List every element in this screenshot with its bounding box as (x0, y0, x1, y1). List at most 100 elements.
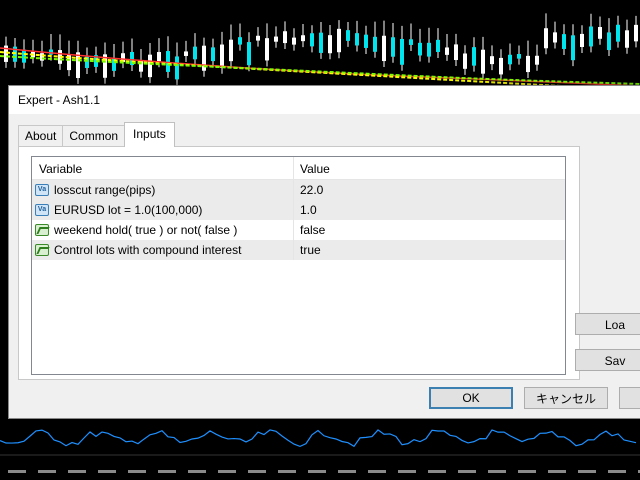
time-tick (458, 470, 476, 473)
tab-about[interactable]: About (18, 125, 64, 147)
candle-body (454, 44, 458, 61)
candle-body (157, 52, 161, 62)
candle-body (247, 42, 251, 66)
candle-body (373, 36, 377, 52)
time-tick (218, 470, 236, 473)
bool-param-icon (35, 244, 49, 256)
candle-body (481, 49, 485, 74)
dialog-title: Expert - Ash1.1 (9, 86, 640, 114)
time-tick (338, 470, 356, 473)
indicator-line (0, 429, 637, 448)
candle-body (328, 35, 332, 54)
time-tick (158, 470, 176, 473)
candle-body (256, 35, 260, 41)
candle-body (607, 32, 611, 51)
time-tick (8, 470, 26, 473)
reset-button[interactable] (619, 387, 640, 409)
ok-button[interactable]: OK (429, 387, 513, 409)
candle-body (274, 36, 278, 42)
candle-body (148, 54, 152, 78)
expert-properties-dialog: Expert - Ash1.1 About Common Inputs Vari… (8, 85, 640, 419)
time-tick (428, 470, 446, 473)
time-tick (248, 470, 266, 473)
candle-body (445, 47, 449, 55)
variable-name: weekend hold( true ) or not( false ) (54, 223, 238, 237)
candle-body (571, 35, 575, 61)
candlesticks (4, 13, 638, 86)
time-tick (548, 470, 566, 473)
table-header: Variable Value (32, 157, 565, 180)
time-tick (128, 470, 146, 473)
candle-body (418, 42, 422, 56)
inputs-table: Variable Value Va losscut range(pips) 22… (31, 156, 566, 375)
time-tick (518, 470, 536, 473)
candle-body (265, 38, 269, 61)
variable-value[interactable]: 1.0 (294, 203, 317, 217)
table-row[interactable]: Va losscut range(pips) 22.0 (32, 180, 565, 200)
candle-body (490, 56, 494, 65)
table-row[interactable]: Control lots with compound interest true (32, 240, 565, 260)
candle-body (220, 44, 224, 68)
time-tick (68, 470, 86, 473)
candle-body (580, 33, 584, 47)
time-axis (8, 470, 640, 473)
column-header-variable[interactable]: Variable (32, 157, 294, 179)
time-tick (368, 470, 386, 473)
numeric-param-icon: Va (35, 184, 49, 196)
cancel-button[interactable]: キャンセル (524, 387, 608, 409)
time-tick (38, 470, 56, 473)
candle-body (544, 28, 548, 49)
candle-body (319, 32, 323, 53)
tab-strip: About Common Inputs (18, 122, 175, 147)
time-tick (278, 470, 296, 473)
candle-body (598, 27, 602, 39)
candle-body (175, 56, 179, 80)
tab-inputs[interactable]: Inputs (124, 122, 175, 147)
time-tick (578, 470, 596, 473)
variable-name: Control lots with compound interest (54, 243, 242, 257)
candle-body (355, 33, 359, 46)
bool-param-icon (35, 224, 49, 236)
candle-body (499, 57, 503, 75)
candle-body (40, 53, 44, 61)
candle-body (238, 37, 242, 45)
table-row[interactable]: weekend hold( true ) or not( false ) fal… (32, 220, 565, 240)
candle-body (382, 35, 386, 62)
numeric-param-icon: Va (35, 204, 49, 216)
variable-name: EURUSD lot = 1.0(100,000) (54, 203, 203, 217)
candle-body (364, 34, 368, 48)
time-tick (398, 470, 416, 473)
candle-body (508, 54, 512, 65)
candle-body (463, 53, 467, 69)
table-row[interactable]: Va EURUSD lot = 1.0(100,000) 1.0 (32, 200, 565, 220)
candle-body (229, 39, 233, 62)
candle-body (400, 38, 404, 65)
candle-body (22, 49, 26, 63)
candle-body (193, 46, 197, 60)
candle-body (346, 30, 350, 41)
candle-body (634, 24, 638, 42)
candle-body (436, 39, 440, 52)
tab-common[interactable]: Common (62, 125, 126, 147)
candle-body (337, 28, 341, 53)
time-tick (608, 470, 626, 473)
candle-body (517, 54, 521, 59)
candle-body (616, 24, 620, 42)
candle-body (301, 35, 305, 42)
time-tick (488, 470, 506, 473)
load-button[interactable]: Loa (575, 313, 640, 335)
candle-body (535, 55, 539, 65)
candle-body (310, 33, 314, 47)
candle-body (184, 51, 188, 56)
candle-body (562, 34, 566, 49)
variable-value[interactable]: 22.0 (294, 183, 323, 197)
time-tick (308, 470, 326, 473)
candle-body (166, 51, 170, 72)
column-header-value[interactable]: Value (294, 157, 330, 179)
candle-body (211, 47, 215, 62)
time-tick (188, 470, 206, 473)
variable-value[interactable]: true (294, 243, 321, 257)
inputs-panel: Variable Value Va losscut range(pips) 22… (18, 146, 580, 380)
save-button[interactable]: Sav (575, 349, 640, 371)
variable-value[interactable]: false (294, 223, 325, 237)
